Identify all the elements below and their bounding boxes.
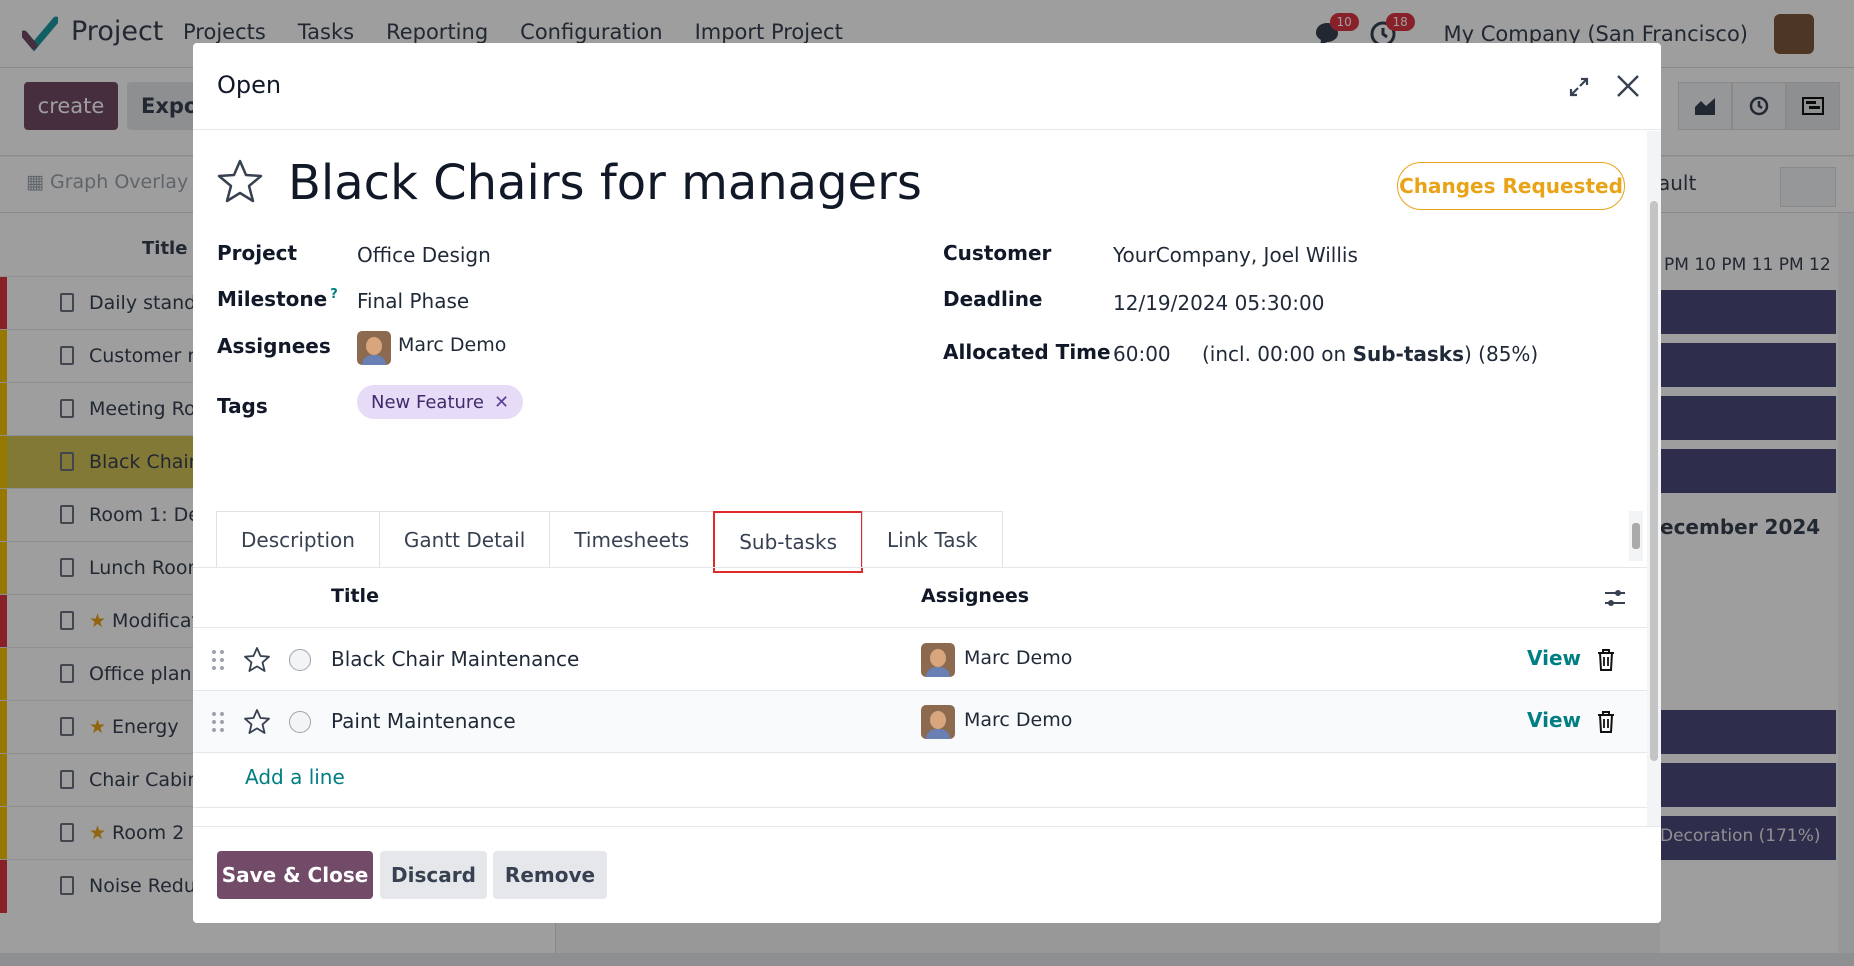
project-label: Project	[217, 241, 298, 265]
remove-button[interactable]: Remove	[493, 851, 607, 899]
milestone-label: Milestone?	[217, 287, 338, 311]
tag-chip: New Feature ✕	[357, 385, 524, 419]
task-name[interactable]: Black Chairs for managers	[288, 155, 922, 211]
star-icon[interactable]	[243, 708, 271, 736]
avatar	[921, 643, 955, 677]
stage-status-badge[interactable]: Changes Requested	[1397, 162, 1625, 210]
close-icon[interactable]	[1613, 71, 1643, 101]
subtask-assignee[interactable]: Marc Demo	[964, 647, 1072, 669]
task-dialog: Open Black Chairs for managers Changes R…	[193, 43, 1661, 923]
customer-label: Customer	[943, 241, 1052, 265]
column-settings-icon[interactable]	[1603, 586, 1627, 610]
customer-field[interactable]: YourCompany, Joel Willis	[1113, 243, 1358, 267]
subtask-title[interactable]: Black Chair Maintenance	[331, 647, 579, 671]
tab-sub-tasks[interactable]: Sub-tasks	[713, 511, 864, 573]
allocated-time-label: Allocated Time	[943, 340, 1111, 364]
deadline-field[interactable]: 12/19/2024 05:30:00	[1113, 291, 1324, 315]
add-line-link[interactable]: Add a line	[245, 765, 345, 789]
save-close-button[interactable]: Save & Close	[217, 851, 373, 899]
subtasks-title-header[interactable]: Title	[331, 585, 379, 607]
help-icon[interactable]: ?	[330, 287, 338, 302]
trash-icon[interactable]	[1595, 647, 1617, 673]
expand-icon[interactable]	[1567, 75, 1591, 99]
tag-label: New Feature	[371, 391, 485, 413]
dialog-header: Open	[193, 43, 1661, 130]
table-row[interactable]: Black Chair Maintenance Marc Demo View	[193, 629, 1647, 691]
tabs-scrollbar[interactable]	[1629, 511, 1643, 561]
remove-tag-icon[interactable]: ✕	[494, 392, 509, 413]
allocated-time-summary: (incl. 00:00 on Sub-tasks) (85%)	[1202, 342, 1539, 366]
deadline-label: Deadline	[943, 287, 1043, 311]
milestone-field[interactable]: Final Phase	[357, 289, 469, 313]
tab-timesheets[interactable]: Timesheets	[549, 511, 715, 567]
task-status-circle[interactable]	[289, 711, 311, 733]
avatar	[921, 705, 955, 739]
project-field[interactable]: Office Design	[357, 243, 491, 267]
subtasks-assignees-header[interactable]: Assignees	[921, 585, 1029, 607]
subtasks-table-header: Title Assignees	[193, 567, 1647, 628]
assignees-label: Assignees	[217, 334, 331, 358]
view-button[interactable]: View	[1527, 646, 1581, 670]
drag-handle-icon[interactable]	[211, 648, 225, 672]
dialog-scrollbar-thumb[interactable]	[1650, 201, 1658, 761]
star-icon[interactable]	[215, 157, 265, 207]
subtask-assignee[interactable]: Marc Demo	[964, 709, 1072, 731]
dialog-scrollbar[interactable]	[1647, 131, 1661, 826]
divider	[193, 807, 1647, 808]
tab-link-task[interactable]: Link Task	[862, 511, 1003, 567]
dialog-footer: Save & Close Discard Remove	[193, 826, 1661, 923]
tab-gantt-detail[interactable]: Gantt Detail	[378, 511, 551, 567]
table-row[interactable]: Paint Maintenance Marc Demo View	[193, 691, 1647, 753]
tab-description[interactable]: Description	[216, 511, 380, 567]
drag-handle-icon[interactable]	[211, 710, 225, 734]
avatar	[357, 331, 391, 365]
allocated-time-field[interactable]: 60:00	[1113, 342, 1171, 366]
dialog-body: Black Chairs for managers Changes Reques…	[193, 131, 1647, 826]
tabs-scrollbar-thumb[interactable]	[1632, 523, 1640, 549]
assignees-field[interactable]: Marc Demo	[398, 334, 506, 356]
trash-icon[interactable]	[1595, 709, 1617, 735]
task-status-circle[interactable]	[289, 649, 311, 671]
star-icon[interactable]	[243, 646, 271, 674]
subtask-title[interactable]: Paint Maintenance	[331, 709, 516, 733]
tags-label: Tags	[217, 394, 268, 418]
notebook-tabs: Description Gantt Detail Timesheets Sub-…	[216, 511, 1003, 573]
view-button[interactable]: View	[1527, 708, 1581, 732]
discard-button[interactable]: Discard	[380, 851, 487, 899]
dialog-title: Open	[217, 71, 282, 99]
